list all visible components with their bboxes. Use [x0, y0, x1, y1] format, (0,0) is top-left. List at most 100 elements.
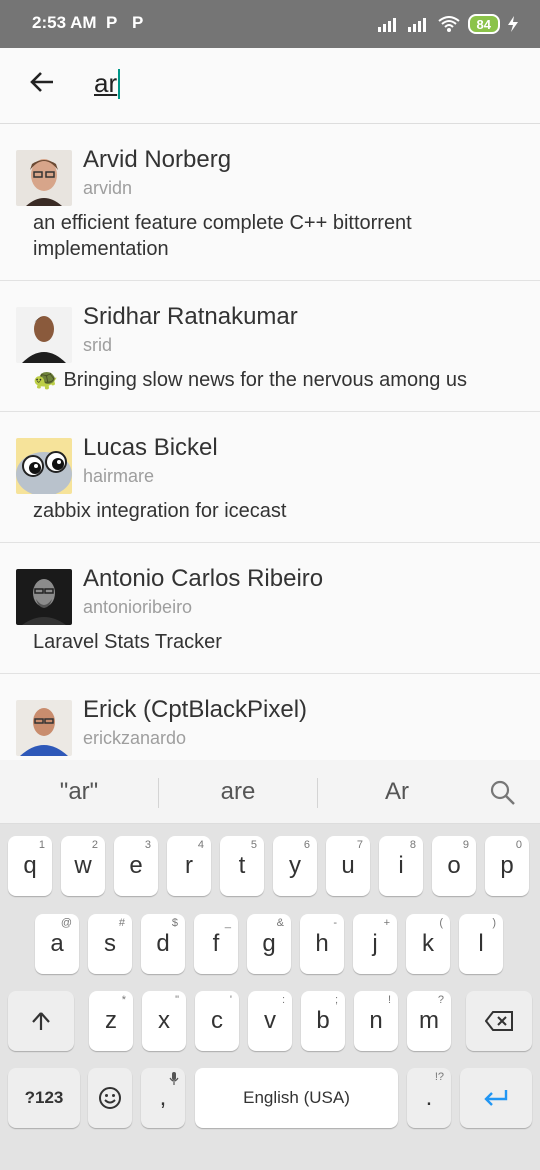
search-input[interactable]: ar — [94, 68, 121, 99]
key-hint: ; — [334, 994, 338, 1006]
key-label: a — [50, 930, 64, 957]
charging-icon — [508, 16, 518, 32]
key-hint: & — [276, 917, 284, 929]
key-label: d — [156, 930, 170, 957]
user-login: hairmare — [83, 466, 155, 486]
key-q[interactable]: q1 — [8, 836, 52, 896]
key-label: v — [264, 1007, 276, 1034]
key-hint: ' — [229, 994, 232, 1006]
key-hint: - — [333, 917, 337, 929]
list-item[interactable]: Arvid Norberg arvidn an efficient featur… — [0, 124, 540, 281]
user-name: Arvid Norberg — [83, 146, 232, 173]
user-login: erickzanardo — [83, 728, 187, 748]
battery-icon: 84 — [467, 14, 500, 34]
suggestion-2[interactable]: are — [159, 778, 317, 806]
key-hint: _ — [224, 917, 231, 929]
period-hint: !? — [434, 1071, 444, 1083]
key-c[interactable]: c ' — [195, 991, 239, 1051]
key-n[interactable]: n! — [354, 991, 398, 1051]
key-hint: $ — [171, 917, 178, 929]
avatar — [16, 569, 72, 625]
user-login: arvidn — [83, 178, 133, 198]
key-i[interactable]: i8 — [379, 836, 423, 896]
list-item[interactable]: Sridhar Ratnakumar srid 🐢 Bringing slow … — [0, 281, 540, 412]
list-item[interactable]: Lucas Bickel hairmare zabbix integration… — [0, 412, 540, 543]
key-x[interactable]: x " — [142, 991, 186, 1051]
turtle-icon: 🐢 — [33, 369, 58, 391]
wifi-icon — [437, 16, 460, 32]
key-k[interactable]: k( — [406, 914, 450, 974]
key-label: o — [447, 852, 461, 879]
key-hint: 4 — [197, 839, 204, 851]
key-hint: ? — [437, 994, 444, 1006]
list-item[interactable]: Antonio Carlos Ribeiro antonioribeiro La… — [0, 543, 540, 674]
key-label: r — [185, 852, 193, 879]
enter-icon — [484, 1090, 508, 1106]
space-key[interactable]: English (USA) — [195, 1068, 398, 1128]
key-a[interactable]: a @ — [35, 914, 79, 974]
list-item[interactable]: Erick (CptBlackPixel) erickzanardo — [0, 674, 540, 760]
key-label: h — [315, 930, 329, 957]
suggestion-bar: "ar" are Ar — [0, 760, 540, 824]
key-l[interactable]: l) — [459, 914, 503, 974]
key-s[interactable]: s # — [88, 914, 132, 974]
key-f[interactable]: f _ — [194, 914, 238, 974]
key-hint: 7 — [356, 839, 363, 851]
key-d[interactable]: d $ — [141, 914, 185, 974]
search-query: ar — [94, 68, 118, 98]
key-label: m — [419, 1007, 439, 1034]
user-description: Bringing slow news for the nervous among… — [63, 369, 468, 391]
battery-level: 84 — [476, 16, 491, 32]
key-label: y — [289, 852, 301, 879]
key-hint: " — [175, 994, 179, 1006]
key-hint: * — [121, 994, 126, 1006]
key-label: f — [212, 930, 220, 957]
suggestion-3[interactable]: Ar — [318, 778, 476, 806]
key-m[interactable]: m? — [407, 991, 451, 1051]
search-icon[interactable] — [490, 780, 516, 806]
key-j[interactable]: j + — [353, 914, 397, 974]
key-hint: ( — [439, 917, 443, 929]
key-o[interactable]: o9 — [432, 836, 476, 896]
status-time: 2:53 AM — [32, 13, 97, 32]
comma-key[interactable]: , — [141, 1068, 185, 1128]
key-g[interactable]: g & — [247, 914, 291, 974]
enter-key[interactable] — [460, 1068, 532, 1128]
key-h[interactable]: h- — [300, 914, 344, 974]
key-z[interactable]: z * — [89, 991, 133, 1051]
period-key[interactable]: . !? — [407, 1068, 451, 1128]
avatar — [16, 700, 72, 756]
key-hint: 9 — [462, 839, 469, 851]
back-button[interactable] — [26, 66, 58, 98]
key-label: n — [369, 1007, 383, 1034]
user-description: an efficient feature complete C++ bittor… — [33, 212, 412, 260]
status-bar: 2:53 AM P P 84 — [0, 0, 540, 48]
key-r[interactable]: r4 — [167, 836, 211, 896]
user-name: Antonio Carlos Ribeiro — [83, 565, 324, 592]
shift-key[interactable] — [8, 991, 74, 1051]
key-y[interactable]: y6 — [273, 836, 317, 896]
key-hint: 1 — [38, 839, 45, 851]
key-v[interactable]: v: — [248, 991, 292, 1051]
text-cursor — [118, 68, 121, 99]
symbols-key[interactable]: ?123 — [8, 1068, 80, 1128]
key-t[interactable]: t5 — [220, 836, 264, 896]
emoji-key[interactable] — [88, 1068, 132, 1128]
user-description-row: 🐢 Bringing slow news for the nervous amo… — [33, 367, 524, 393]
shift-icon — [32, 1012, 50, 1030]
user-login: srid — [83, 335, 113, 355]
backspace-key[interactable] — [466, 991, 532, 1051]
key-p[interactable]: p0 — [485, 836, 529, 896]
key-hint: 0 — [515, 839, 522, 851]
key-e[interactable]: e3 — [114, 836, 158, 896]
key-b[interactable]: b; — [301, 991, 345, 1051]
key-hint: 6 — [303, 839, 310, 851]
avatar — [16, 438, 72, 494]
key-u[interactable]: u7 — [326, 836, 370, 896]
key-hint: @ — [60, 917, 72, 929]
key-w[interactable]: w2 — [61, 836, 105, 896]
parking-notification-icon-2: P — [132, 13, 144, 32]
suggestion-1[interactable]: "ar" — [0, 778, 158, 806]
emoji-icon — [99, 1087, 121, 1109]
user-name: Sridhar Ratnakumar — [83, 303, 298, 330]
